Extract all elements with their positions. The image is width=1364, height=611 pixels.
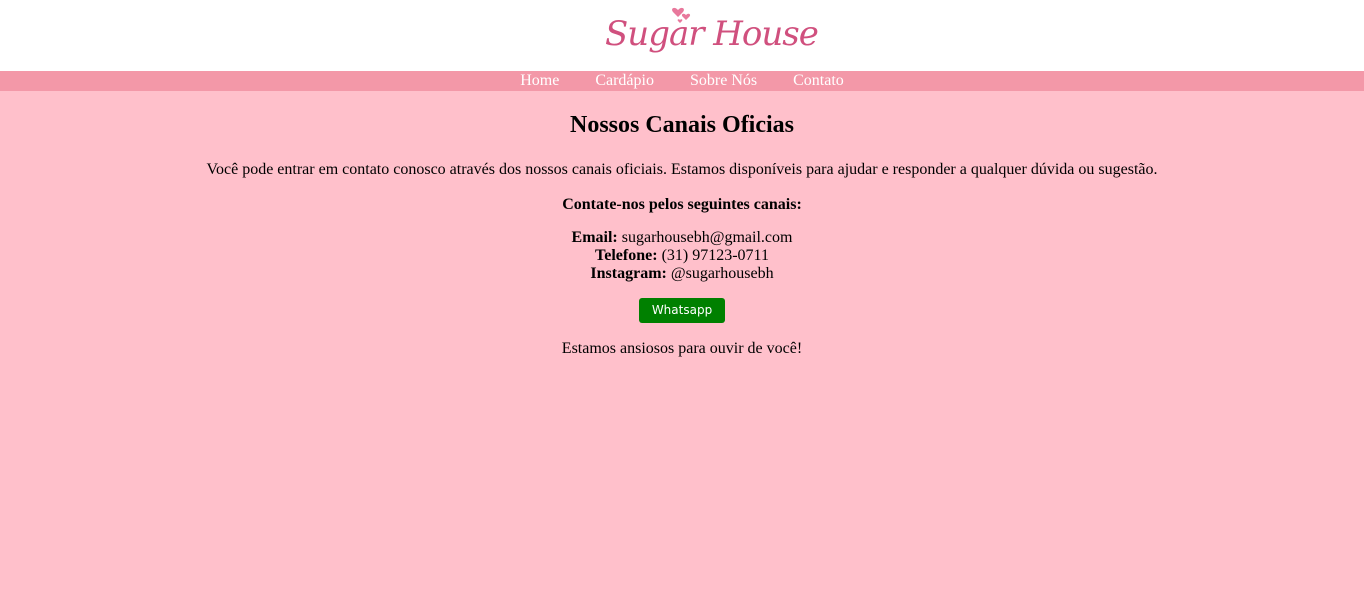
contact-email-value: sugarhousebh@gmail.com bbox=[621, 229, 793, 246]
contact-list: Email: sugarhousebh@gmail.com Telefone: … bbox=[0, 229, 1364, 283]
site-header: Sugar House bbox=[0, 0, 1364, 71]
contact-email-row: Email: sugarhousebh@gmail.com bbox=[0, 229, 1364, 247]
channels-heading: Contate-nos pelos seguintes canais: bbox=[562, 196, 802, 213]
contact-phone-label: Telefone: bbox=[595, 247, 658, 264]
whatsapp-button-wrap: Whatsapp bbox=[0, 298, 1364, 324]
contact-instagram-value: @sugarhousebh bbox=[670, 265, 774, 282]
contact-instagram-row: Instagram: @sugarhousebh bbox=[0, 265, 1364, 283]
contact-instagram-label: Instagram: bbox=[590, 265, 667, 282]
contact-phone-row: Telefone: (31) 97123-0711 bbox=[0, 247, 1364, 265]
contact-email-label: Email: bbox=[571, 229, 618, 246]
main-content: Nossos Canais Oficias Você pode entrar e… bbox=[0, 111, 1364, 359]
logo-text: Sugar House bbox=[605, 14, 819, 54]
whatsapp-button[interactable]: Whatsapp bbox=[638, 298, 726, 323]
nav-cardapio[interactable]: Cardápio bbox=[595, 71, 654, 90]
page-title: Nossos Canais Oficias bbox=[569, 112, 795, 138]
nav-home[interactable]: Home bbox=[520, 71, 559, 90]
nav-contato[interactable]: Contato bbox=[793, 71, 844, 90]
intro-text: Você pode entrar em contato conosco atra… bbox=[206, 161, 1158, 178]
main-nav: Home Cardápio Sobre Nós Contato bbox=[0, 71, 1364, 91]
closing-text: Estamos ansiosos para ouvir de você! bbox=[561, 340, 803, 357]
nav-sobre-nos[interactable]: Sobre Nós bbox=[690, 71, 757, 90]
contact-phone-value: (31) 97123-0711 bbox=[661, 247, 769, 264]
sugar-house-logo[interactable]: Sugar House bbox=[603, 2, 819, 66]
